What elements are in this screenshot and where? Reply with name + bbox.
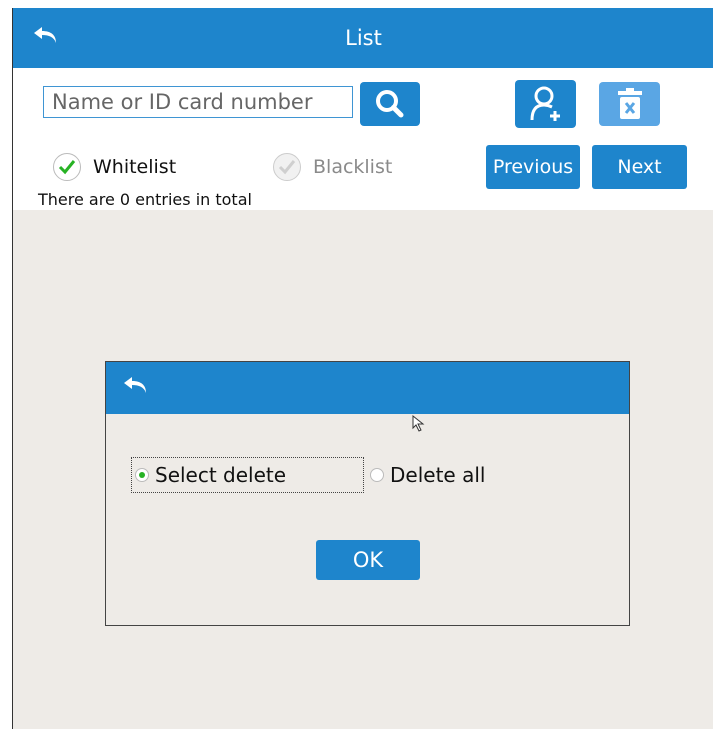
add-user-icon bbox=[530, 86, 560, 121]
delete-dialog: Select delete Delete all OK bbox=[105, 361, 630, 626]
delete-button[interactable] bbox=[599, 82, 660, 126]
trash-icon bbox=[617, 88, 642, 119]
radio-unselected-icon bbox=[370, 468, 384, 482]
entry-count-text: There are 0 entries in total bbox=[38, 190, 252, 209]
next-button[interactable]: Next bbox=[592, 145, 687, 189]
filter-bar: Whitelist Blacklist Previous Next There … bbox=[13, 138, 713, 210]
previous-button[interactable]: Previous bbox=[486, 145, 580, 189]
select-delete-radio[interactable]: Select delete bbox=[131, 457, 364, 493]
page-title: List bbox=[345, 26, 382, 50]
mouse-cursor-icon bbox=[412, 414, 425, 432]
radio-selected-icon bbox=[135, 468, 149, 482]
whitelist-checkbox[interactable]: Whitelist bbox=[53, 152, 176, 182]
blacklist-checkbox[interactable]: Blacklist bbox=[273, 152, 392, 182]
ok-button[interactable]: OK bbox=[316, 540, 420, 580]
search-icon bbox=[376, 90, 404, 118]
dialog-header bbox=[106, 362, 629, 414]
search-toolbar bbox=[13, 68, 713, 138]
delete-all-label: Delete all bbox=[390, 463, 486, 487]
search-input[interactable] bbox=[43, 86, 353, 118]
back-arrow-icon[interactable] bbox=[120, 368, 160, 408]
check-icon bbox=[53, 153, 81, 181]
app-window: List Name or ID card number Whitelist Bl… bbox=[12, 8, 713, 729]
search-button[interactable] bbox=[360, 82, 420, 126]
whitelist-label: Whitelist bbox=[93, 156, 177, 178]
add-user-button[interactable] bbox=[515, 80, 576, 128]
blacklist-label: Blacklist bbox=[313, 156, 393, 178]
header-bar: List bbox=[13, 8, 713, 68]
check-icon bbox=[273, 153, 301, 181]
delete-all-radio[interactable]: Delete all bbox=[370, 457, 485, 493]
select-delete-label: Select delete bbox=[155, 463, 287, 487]
